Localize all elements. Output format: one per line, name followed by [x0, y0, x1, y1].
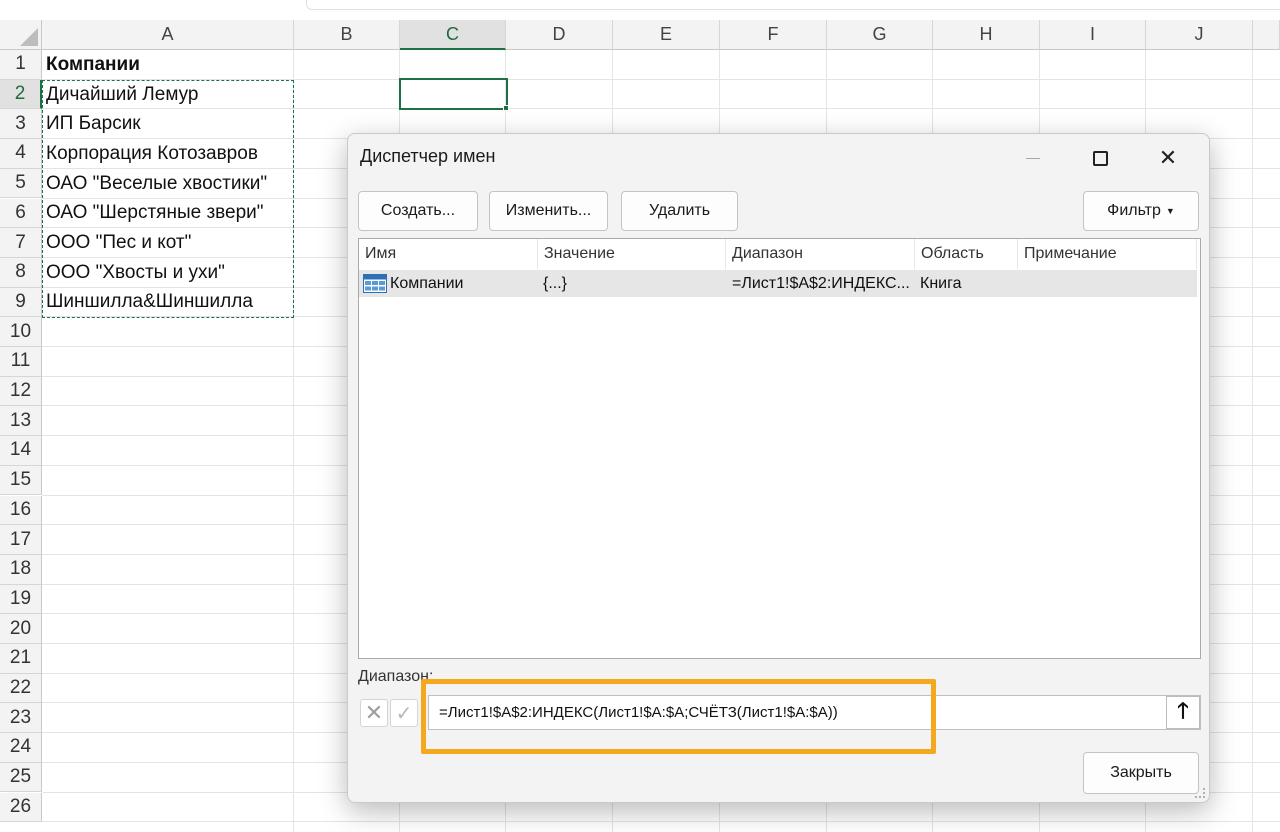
column-header-value[interactable]: Значение — [538, 239, 726, 269]
column-header-name[interactable]: Имя — [359, 239, 538, 269]
active-cell-c2[interactable] — [399, 78, 508, 110]
row-header-26[interactable]: 26 — [0, 792, 42, 823]
row-header-4[interactable]: 4 — [0, 139, 42, 169]
row-header-11[interactable]: 11 — [0, 347, 42, 377]
row-scope: Книга — [920, 274, 962, 292]
column-header-overflow — [1253, 20, 1280, 50]
row-header-17[interactable]: 17 — [0, 525, 42, 555]
column-header-a[interactable]: A — [42, 20, 294, 50]
row-header-3[interactable]: 3 — [0, 109, 42, 140]
close-window-button[interactable]: ✕ — [1145, 138, 1191, 178]
row-header-22[interactable]: 22 — [0, 673, 42, 704]
cancel-icon: ✕ — [364, 700, 384, 725]
row-header-23[interactable]: 23 — [0, 703, 42, 734]
names-list[interactable]: Имя Значение Диапазон Область Примечание… — [358, 238, 1201, 659]
filter-button-label: Фильтр — [1107, 202, 1161, 219]
confirm-edit-button[interactable]: ✓ — [390, 699, 418, 727]
row-header-16[interactable]: 16 — [0, 495, 42, 526]
column-header-range[interactable]: Диапазон — [726, 239, 915, 269]
list-item[interactable]: Компании {...} =Лист1!$A$2:ИНДЕКС... Кни… — [359, 270, 1197, 297]
resize-grip[interactable] — [1195, 788, 1205, 798]
close-icon: ✕ — [1158, 145, 1178, 170]
row-header-8[interactable]: 8 — [0, 257, 42, 288]
cancel-edit-button[interactable]: ✕ — [360, 699, 388, 727]
create-button[interactable]: Создать... — [358, 191, 478, 231]
minimize-icon — [1026, 157, 1040, 159]
row-header-20[interactable]: 20 — [0, 614, 42, 644]
column-header-b[interactable]: B — [294, 20, 400, 50]
create-button-label: Создать... — [380, 202, 456, 219]
close-button-label: Закрыть — [1110, 764, 1172, 781]
filter-button[interactable]: Фильтр ▼ — [1083, 191, 1199, 231]
cell-a1[interactable]: Компании — [46, 50, 140, 80]
delete-button[interactable]: Удалить — [621, 191, 738, 231]
column-header-comment[interactable]: Примечание — [1018, 239, 1197, 269]
row-range: =Лист1!$A$2:ИНДЕКС... — [732, 274, 910, 292]
ribbon-edge — [0, 0, 1280, 20]
named-range-icon — [363, 274, 387, 293]
arrow-up-icon: 🡑 — [1177, 697, 1189, 723]
checkmark-icon: ✓ — [395, 702, 413, 725]
grid-hline — [42, 821, 1280, 823]
row-header-9[interactable]: 9 — [0, 287, 42, 318]
maximize-icon — [1092, 150, 1108, 166]
row-header-14[interactable]: 14 — [0, 436, 42, 466]
row-header-6[interactable]: 6 — [0, 198, 42, 229]
copy-marquee — [42, 80, 294, 318]
row-header-7[interactable]: 7 — [0, 228, 42, 258]
column-header-f[interactable]: F — [720, 20, 827, 50]
chevron-down-icon: ▼ — [1165, 206, 1175, 216]
row-name: Компании — [390, 274, 464, 292]
row-header-12[interactable]: 12 — [0, 376, 42, 407]
column-header-h[interactable]: H — [933, 20, 1040, 50]
column-header-e[interactable]: E — [613, 20, 720, 50]
row-value: {...} — [543, 274, 568, 292]
minimize-button[interactable] — [1010, 138, 1056, 178]
name-manager-dialog: Диспетчер имен ✕ Создать... Изменить... … — [347, 133, 1210, 803]
list-header: Имя Значение Диапазон Область Примечание — [359, 239, 1200, 269]
delete-button-label: Удалить — [648, 202, 711, 219]
row-header-18[interactable]: 18 — [0, 554, 42, 585]
row-comment — [1024, 270, 1194, 297]
column-header-g[interactable]: G — [827, 20, 933, 50]
edit-button[interactable]: Изменить... — [489, 191, 608, 231]
row-header-25[interactable]: 25 — [0, 762, 42, 793]
row-header-21[interactable]: 21 — [0, 644, 42, 674]
collapse-dialog-button[interactable]: 🡑 — [1166, 696, 1200, 729]
row-header-2[interactable]: 2 — [0, 79, 42, 110]
row-header-1[interactable]: 1 — [0, 50, 42, 80]
column-header-j[interactable]: J — [1146, 20, 1253, 50]
row-header-13[interactable]: 13 — [0, 406, 42, 437]
row-header-10[interactable]: 10 — [0, 317, 42, 347]
row-header-15[interactable]: 15 — [0, 465, 42, 496]
close-button[interactable]: Закрыть — [1083, 752, 1199, 794]
edit-button-label: Изменить... — [505, 202, 592, 219]
row-header-19[interactable]: 19 — [0, 584, 42, 615]
fill-handle[interactable] — [503, 105, 509, 111]
column-header-scope[interactable]: Область — [915, 239, 1018, 269]
row-header-5[interactable]: 5 — [0, 168, 42, 199]
select-all-corner[interactable] — [0, 20, 42, 50]
column-header-d[interactable]: D — [506, 20, 613, 50]
column-header-c[interactable]: C — [400, 20, 506, 50]
highlight-annotation — [421, 679, 936, 754]
maximize-button[interactable] — [1077, 138, 1123, 178]
row-header-24[interactable]: 24 — [0, 733, 42, 763]
column-header-i[interactable]: I — [1040, 20, 1146, 50]
dialog-title: Диспетчер имен — [360, 146, 496, 166]
